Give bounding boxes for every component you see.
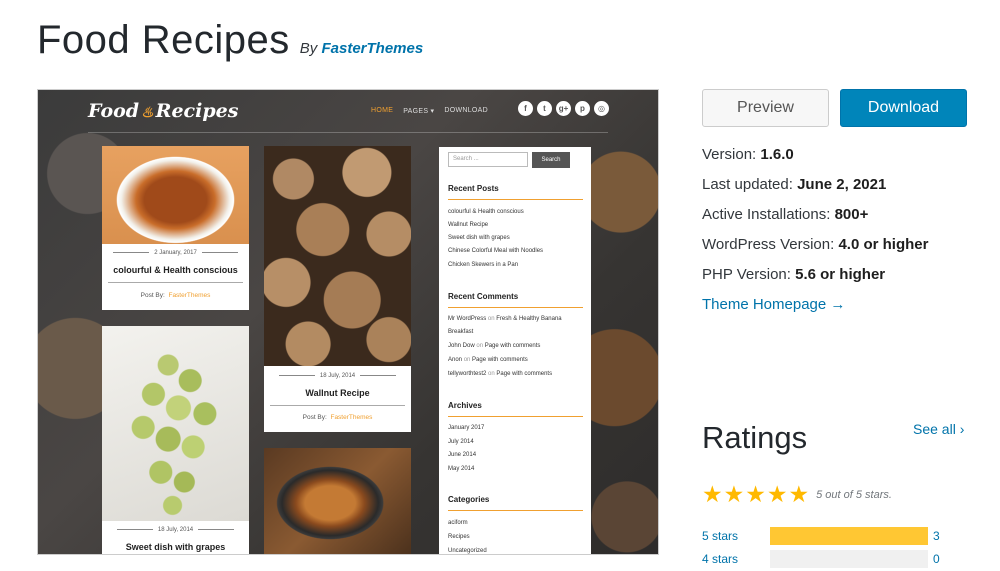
rating-count: 0 bbox=[933, 552, 940, 566]
category-item: Uncategorized bbox=[448, 548, 487, 554]
post-date: 2 January, 2017 bbox=[102, 250, 249, 256]
site-nav: HOME PAGES ▾ DOWNLOAD bbox=[371, 107, 488, 115]
post-title: colourful & Health conscious bbox=[113, 265, 238, 275]
comment-item: Mr WordPress on Fresh & Healthy Banana bbox=[448, 316, 562, 322]
title-row: Food Recipes By FasterThemes bbox=[37, 18, 423, 63]
post-date: 18 July, 2014 bbox=[102, 527, 249, 533]
category-item: aciform bbox=[448, 520, 468, 526]
post-title: Sweet dish with grapes bbox=[125, 542, 226, 552]
nav-divider bbox=[88, 132, 608, 133]
archive-item: January 2017 bbox=[448, 425, 485, 431]
rating-row-5[interactable]: 5 stars 3 bbox=[702, 527, 942, 545]
post-by: Post By: FasterThemes bbox=[302, 414, 373, 421]
wordpress-version-row: WordPress Version: 4.0 or higher bbox=[702, 236, 929, 253]
heading-underline bbox=[448, 199, 583, 200]
download-button[interactable]: Download bbox=[840, 89, 967, 127]
comment-item: tellyworthtest2 on Page with comments bbox=[448, 371, 553, 377]
sidebar-search-input: Search ... bbox=[448, 152, 528, 167]
comment-item: Anon on Page with comments bbox=[448, 357, 528, 363]
instagram-icon: ◎ bbox=[594, 101, 609, 116]
nav-download: DOWNLOAD bbox=[444, 107, 488, 114]
google-plus-icon: g+ bbox=[556, 101, 571, 116]
rating-label[interactable]: 5 stars bbox=[702, 529, 738, 543]
rating-bar-fill bbox=[770, 527, 928, 545]
recent-post-item: colourful & Health conscious bbox=[448, 209, 524, 215]
preview-button[interactable]: Preview bbox=[702, 89, 829, 127]
homepage-row: Theme Homepage → bbox=[702, 293, 928, 323]
pot-icon: ♨ bbox=[141, 105, 154, 121]
archive-item: July 2014 bbox=[448, 439, 474, 445]
star-icon: ★ bbox=[702, 481, 723, 507]
heading-underline bbox=[448, 510, 583, 511]
post-card bbox=[264, 448, 411, 554]
chicken-image bbox=[102, 146, 249, 244]
by-label: By bbox=[299, 40, 318, 57]
theme-meta: Version: 1.6.0 Last updated: June 2, 202… bbox=[702, 143, 928, 323]
comment-item: John Dow on Page with comments bbox=[448, 343, 541, 349]
logo-text-right: Recipes bbox=[155, 100, 239, 122]
see-all-link[interactable]: See all › bbox=[913, 421, 964, 437]
heading-underline bbox=[448, 416, 583, 417]
recent-post-item: Chicken Skewers in a Pan bbox=[448, 262, 519, 268]
byline: By FasterThemes bbox=[300, 40, 423, 57]
active-installs-row: Active Installations: 800+ bbox=[702, 206, 869, 223]
star-rating: ★ ★ ★ ★ ★ 5 out of 5 stars. bbox=[702, 483, 892, 506]
theme-homepage-link[interactable]: Theme Homepage → bbox=[702, 296, 845, 313]
walnut-image bbox=[264, 146, 411, 366]
post-by: Post By: FasterThemes bbox=[140, 292, 211, 299]
post-card: 18 July, 2014 Sweet dish with grapes bbox=[102, 326, 249, 554]
stars-summary: 5 out of 5 stars. bbox=[816, 488, 892, 501]
facebook-icon: f bbox=[518, 101, 533, 116]
post-card: 18 July, 2014 Wallnut Recipe Post By: Fa… bbox=[264, 146, 411, 432]
author-link[interactable]: FasterThemes bbox=[321, 40, 423, 57]
page-title: Food Recipes bbox=[37, 18, 290, 62]
twitter-icon: t bbox=[537, 101, 552, 116]
theme-sidebar: Search ... Search Recent Posts colourful… bbox=[439, 147, 591, 554]
category-item: Recipes bbox=[448, 534, 470, 540]
post-divider bbox=[270, 405, 405, 406]
recent-comments-heading: Recent Comments bbox=[448, 292, 519, 301]
recent-posts-heading: Recent Posts bbox=[448, 184, 499, 193]
post-title: Wallnut Recipe bbox=[305, 388, 370, 398]
nav-pages: PAGES ▾ bbox=[403, 108, 435, 115]
post-divider bbox=[108, 282, 243, 283]
archive-item: June 2014 bbox=[448, 452, 477, 458]
post-date: 18 July, 2014 bbox=[264, 373, 411, 379]
archives-heading: Archives bbox=[448, 401, 482, 410]
rating-bar bbox=[770, 550, 928, 568]
sidebar-search-button: Search bbox=[532, 152, 570, 168]
php-version-row: PHP Version: 5.6 or higher bbox=[702, 266, 886, 283]
star-icon: ★ bbox=[723, 481, 745, 507]
theme-screenshot: Food ♨ Recipes HOME PAGES ▾ DOWNLOAD f t g… bbox=[37, 89, 659, 555]
heading-underline bbox=[448, 307, 583, 308]
recent-post-item: Sweet dish with grapes bbox=[448, 235, 510, 241]
last-updated-row: Last updated: June 2, 2021 bbox=[702, 176, 887, 193]
post-card: 2 January, 2017 colourful & Health consc… bbox=[102, 146, 249, 310]
rating-count: 3 bbox=[933, 529, 940, 543]
ratings-heading: Ratings bbox=[702, 420, 808, 455]
star-icon: ★ bbox=[745, 481, 766, 507]
social-icons: f t g+ p ◎ bbox=[518, 101, 609, 116]
pinterest-icon: p bbox=[575, 101, 590, 116]
star-icon: ★ bbox=[766, 481, 788, 507]
noodles-image bbox=[264, 448, 411, 554]
site-logo: Food ♨ Recipes bbox=[88, 100, 238, 122]
version-row: Version: 1.6.0 bbox=[702, 146, 794, 163]
rating-label[interactable]: 4 stars bbox=[702, 552, 738, 566]
grapes-image bbox=[102, 326, 249, 521]
archive-item: May 2014 bbox=[448, 466, 475, 472]
logo-text-left: Food bbox=[88, 100, 140, 122]
rating-bar bbox=[770, 527, 928, 545]
comment-item: Breakfast bbox=[448, 329, 474, 335]
recent-post-item: Chinese Colorful Meal with Noodles bbox=[448, 248, 544, 254]
rating-row-4[interactable]: 4 stars 0 bbox=[702, 550, 942, 568]
recent-post-item: Wallnut Recipe bbox=[448, 222, 489, 228]
categories-heading: Categories bbox=[448, 495, 490, 504]
star-icon: ★ bbox=[788, 481, 810, 507]
nav-home: HOME bbox=[371, 107, 394, 114]
